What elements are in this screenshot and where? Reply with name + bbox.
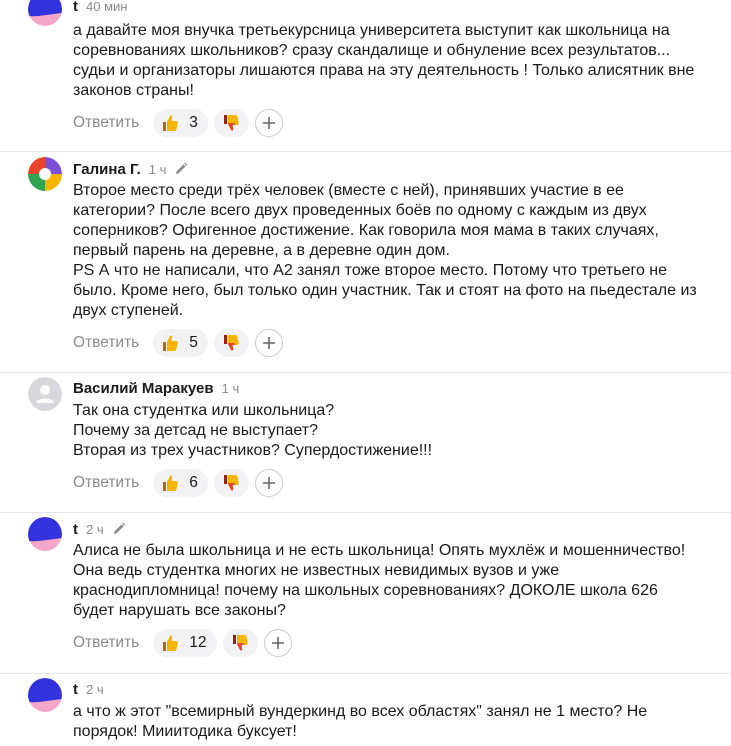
like-button[interactable]: 12: [153, 629, 217, 657]
pencil-icon: [176, 162, 188, 174]
comment-author[interactable]: t: [73, 521, 78, 538]
avatar-blue-icon: [28, 678, 62, 712]
add-reaction-button[interactable]: [263, 629, 292, 657]
thumbs-down-icon: [224, 475, 240, 491]
thumbs-down-icon: [224, 115, 240, 131]
comment-time: 1 ч: [221, 381, 240, 396]
avatar-blue-icon: [28, 0, 62, 26]
like-button[interactable]: 3: [153, 109, 208, 137]
comment-time: 40 мин: [86, 0, 128, 14]
pencil-icon: [113, 522, 125, 534]
reply-button[interactable]: Ответить: [73, 334, 139, 352]
comment-text: а давайте моя внучка третьекурсница унив…: [73, 22, 695, 99]
comment-text: Алиса не была школьница и не есть школьн…: [73, 542, 686, 619]
plus-icon: [262, 117, 275, 129]
avatar[interactable]: [28, 678, 62, 712]
comment-time: 2 ч: [86, 682, 104, 697]
dislike-button[interactable]: [213, 469, 249, 497]
reply-button[interactable]: Ответить: [73, 474, 139, 492]
comment-author[interactable]: t: [73, 0, 78, 15]
dislike-button[interactable]: [213, 109, 249, 137]
add-reaction-button[interactable]: [254, 109, 283, 137]
divider: [0, 512, 731, 513]
reply-button[interactable]: Ответить: [73, 114, 139, 132]
thumbs-up-icon: [163, 335, 179, 351]
thumbs-down-icon: [224, 335, 240, 351]
reply-button[interactable]: Ответить: [73, 634, 139, 652]
thumbs-up-icon: [163, 115, 179, 131]
comment-time: 2 ч: [86, 522, 104, 537]
divider: [0, 673, 731, 674]
avatar[interactable]: [28, 157, 62, 191]
thumbs-up-icon: [163, 475, 179, 491]
comment-author[interactable]: Галина Г.: [73, 161, 141, 178]
add-reaction-button[interactable]: [254, 329, 283, 357]
comment-text: Так она студентка или школьница? Почему …: [73, 402, 433, 459]
like-button[interactable]: 6: [153, 469, 208, 497]
plus-icon: [271, 637, 284, 649]
like-button[interactable]: 5: [153, 329, 208, 357]
thumbs-down-icon: [233, 635, 248, 651]
comment-text: а что ж этот "всемирный вундеркинд во вс…: [73, 703, 648, 740]
avatar[interactable]: [28, 377, 62, 411]
dislike-button[interactable]: [213, 329, 249, 357]
like-count: 6: [189, 474, 198, 491]
avatar-segments-icon: [28, 157, 62, 191]
like-count: 12: [189, 634, 207, 651]
comment-text: Второе место среди трёх человек (вместе …: [73, 182, 697, 319]
like-count: 3: [189, 114, 198, 131]
plus-icon: [262, 477, 275, 489]
divider: [0, 372, 731, 373]
avatar[interactable]: [28, 0, 62, 26]
like-count: 5: [189, 334, 198, 351]
plus-icon: [262, 337, 275, 349]
comment-author[interactable]: Василий Маракуев: [73, 380, 214, 397]
dislike-button[interactable]: [222, 629, 258, 657]
avatar-blue-icon: [28, 517, 62, 551]
avatar[interactable]: [28, 517, 62, 551]
add-reaction-button[interactable]: [254, 469, 283, 497]
comment-author[interactable]: t: [73, 681, 78, 698]
thumbs-up-icon: [163, 635, 179, 651]
divider: [0, 151, 731, 152]
comment-time: 1 ч: [148, 162, 167, 177]
user-placeholder-icon: [28, 377, 62, 411]
